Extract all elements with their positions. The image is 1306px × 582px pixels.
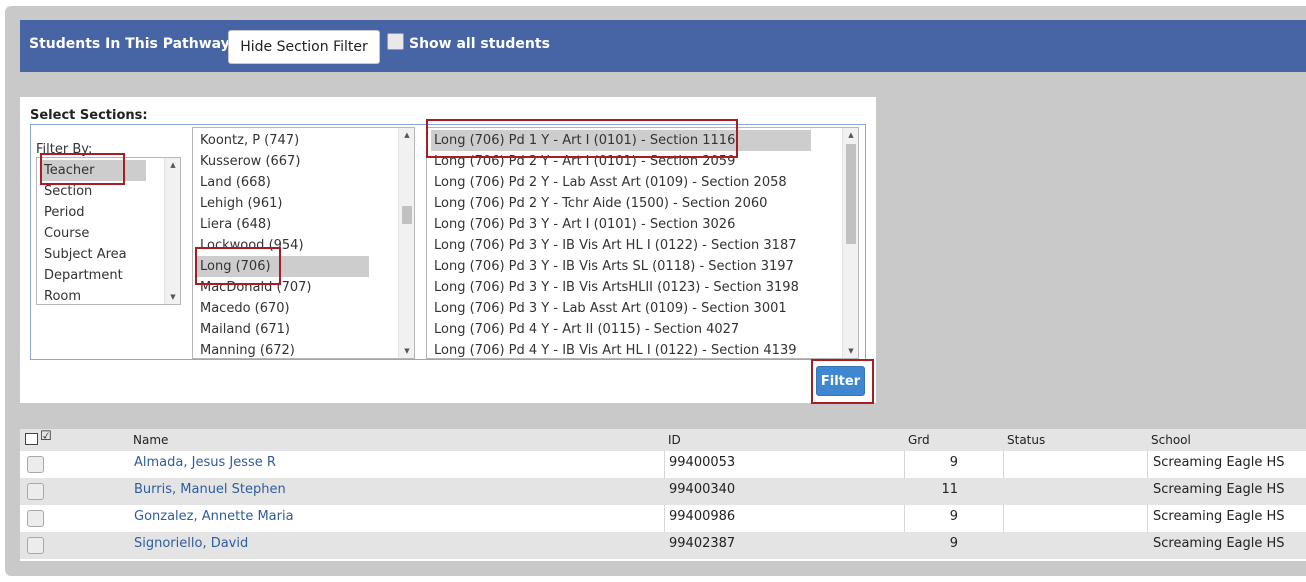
scroll-up-arrow-icon[interactable]: ▲ — [165, 158, 180, 172]
row-checkbox[interactable] — [27, 456, 44, 473]
show-all-students-checkbox[interactable] — [387, 33, 404, 50]
student-school: Screaming Eagle HS — [1153, 455, 1285, 470]
filter-by-option-subject-area[interactable]: Subject Area — [41, 244, 127, 265]
table-row: Burris, Manuel Stephen 99400340 11 Screa… — [20, 478, 1306, 505]
student-grade: 9 — [949, 455, 958, 470]
student-grade: 9 — [949, 536, 958, 551]
filter-by-option-period[interactable]: Period — [41, 202, 85, 223]
section-option[interactable]: Long (706) Pd 3 Y - IB Vis ArtsHLII (012… — [431, 277, 799, 298]
teacher-option[interactable]: Liera (648) — [197, 214, 271, 235]
row-checkbox[interactable] — [27, 537, 44, 554]
filter-by-scrollbar[interactable]: ▲ ▼ — [164, 158, 180, 304]
highlight-teacher-long — [195, 247, 281, 285]
teacher-listbox[interactable]: Koontz, P (747) Kusserow (667) Land (668… — [192, 127, 415, 359]
student-grade: 9 — [949, 509, 958, 524]
scroll-thumb[interactable] — [846, 144, 856, 244]
students-table: ☑ Name ID Grd Status School Almada, Jesu… — [20, 429, 1306, 561]
student-grade: 11 — [941, 482, 958, 497]
teacher-option[interactable]: Lehigh (961) — [197, 193, 282, 214]
column-header-id[interactable]: ID — [668, 433, 681, 447]
teacher-option[interactable]: Kusserow (667) — [197, 151, 300, 172]
teacher-scrollbar[interactable]: ▲ ▼ — [398, 128, 414, 358]
sections-scrollbar[interactable]: ▲ ▼ — [842, 128, 858, 358]
student-id: 99400053 — [669, 455, 736, 470]
scroll-down-arrow-icon[interactable]: ▼ — [843, 344, 858, 358]
cell-divider — [664, 505, 665, 532]
checkmark-icon[interactable]: ☑ — [40, 429, 52, 444]
section-option[interactable]: Long (706) Pd 3 Y - IB Vis Art HL I (012… — [431, 235, 797, 256]
section-option[interactable]: Long (706) Pd 4 Y - IB Vis Art HL I (012… — [431, 340, 797, 358]
cell-divider — [1147, 451, 1148, 478]
select-sections-label: Select Sections: — [30, 108, 148, 123]
section-option[interactable]: Long (706) Pd 3 Y - Art I (0101) - Secti… — [431, 214, 735, 235]
section-option[interactable]: Long (706) Pd 3 Y - IB Vis Arts SL (0118… — [431, 256, 794, 277]
teacher-option[interactable]: Macedo (670) — [197, 298, 290, 319]
column-header-grd[interactable]: Grd — [908, 433, 930, 447]
filter-by-option-course[interactable]: Course — [41, 223, 89, 244]
table-row: Gonzalez, Annette Maria 99400986 9 Screa… — [20, 505, 1306, 532]
scroll-up-arrow-icon[interactable]: ▲ — [843, 128, 858, 142]
select-all-checkbox[interactable] — [25, 433, 38, 445]
teacher-option[interactable]: Manning (672) — [197, 340, 295, 358]
teacher-option[interactable]: Mailand (671) — [197, 319, 290, 340]
row-checkbox[interactable] — [27, 510, 44, 527]
hide-section-filter-button[interactable]: Hide Section Filter — [228, 30, 380, 64]
student-id: 99400986 — [669, 509, 736, 524]
student-name-link[interactable]: Burris, Manuel Stephen — [134, 482, 286, 497]
highlight-section-1116 — [426, 119, 738, 158]
table-header: ☑ Name ID Grd Status School — [20, 429, 1306, 451]
teacher-option[interactable]: Koontz, P (747) — [197, 130, 299, 151]
student-id: 99402387 — [669, 536, 736, 551]
cell-divider — [1003, 505, 1004, 532]
student-school: Screaming Eagle HS — [1153, 536, 1285, 551]
column-header-status[interactable]: Status — [1007, 433, 1045, 447]
teacher-option[interactable]: Land (668) — [197, 172, 271, 193]
column-header-name[interactable]: Name — [133, 433, 168, 447]
sections-listbox[interactable]: Long (706) Pd 1 Y - Art I (0101) - Secti… — [426, 127, 859, 359]
scroll-down-arrow-icon[interactable]: ▼ — [165, 290, 180, 304]
table-row: Almada, Jesus Jesse R 99400053 9 Screami… — [20, 451, 1306, 478]
section-option[interactable]: Long (706) Pd 2 Y - Lab Asst Art (0109) … — [431, 172, 787, 193]
student-name-link[interactable]: Gonzalez, Annette Maria — [134, 509, 294, 524]
filter-button[interactable]: Filter — [816, 366, 865, 396]
table-row: Signoriello, David 99402387 9 Screaming … — [20, 532, 1306, 559]
section-option[interactable]: Long (706) Pd 4 Y - Art II (0115) - Sect… — [431, 319, 739, 340]
student-name-link[interactable]: Signoriello, David — [134, 536, 248, 551]
show-all-students-label: Show all students — [409, 36, 550, 52]
cell-divider — [664, 451, 665, 478]
student-name-link[interactable]: Almada, Jesus Jesse R — [134, 455, 276, 470]
scroll-thumb[interactable] — [402, 206, 412, 224]
filter-by-option-room[interactable]: Room — [41, 286, 81, 304]
highlight-teacher-option — [40, 153, 125, 185]
page-title: Students In This Pathway — [29, 36, 230, 52]
row-checkbox[interactable] — [27, 483, 44, 500]
section-option[interactable]: Long (706) Pd 3 Y - Lab Asst Art (0109) … — [431, 298, 787, 319]
student-id: 99400340 — [669, 482, 736, 497]
cell-divider — [1003, 451, 1004, 478]
student-school: Screaming Eagle HS — [1153, 482, 1285, 497]
filter-by-option-department[interactable]: Department — [41, 265, 123, 286]
section-option[interactable]: Long (706) Pd 2 Y - Tchr Aide (1500) - S… — [431, 193, 767, 214]
student-school: Screaming Eagle HS — [1153, 509, 1285, 524]
scroll-down-arrow-icon[interactable]: ▼ — [399, 344, 414, 358]
column-header-school[interactable]: School — [1151, 433, 1191, 447]
cell-divider — [1147, 505, 1148, 532]
pathway-header-bar: Students In This Pathway Hide Section Fi… — [20, 20, 1306, 72]
scroll-up-arrow-icon[interactable]: ▲ — [399, 128, 414, 142]
